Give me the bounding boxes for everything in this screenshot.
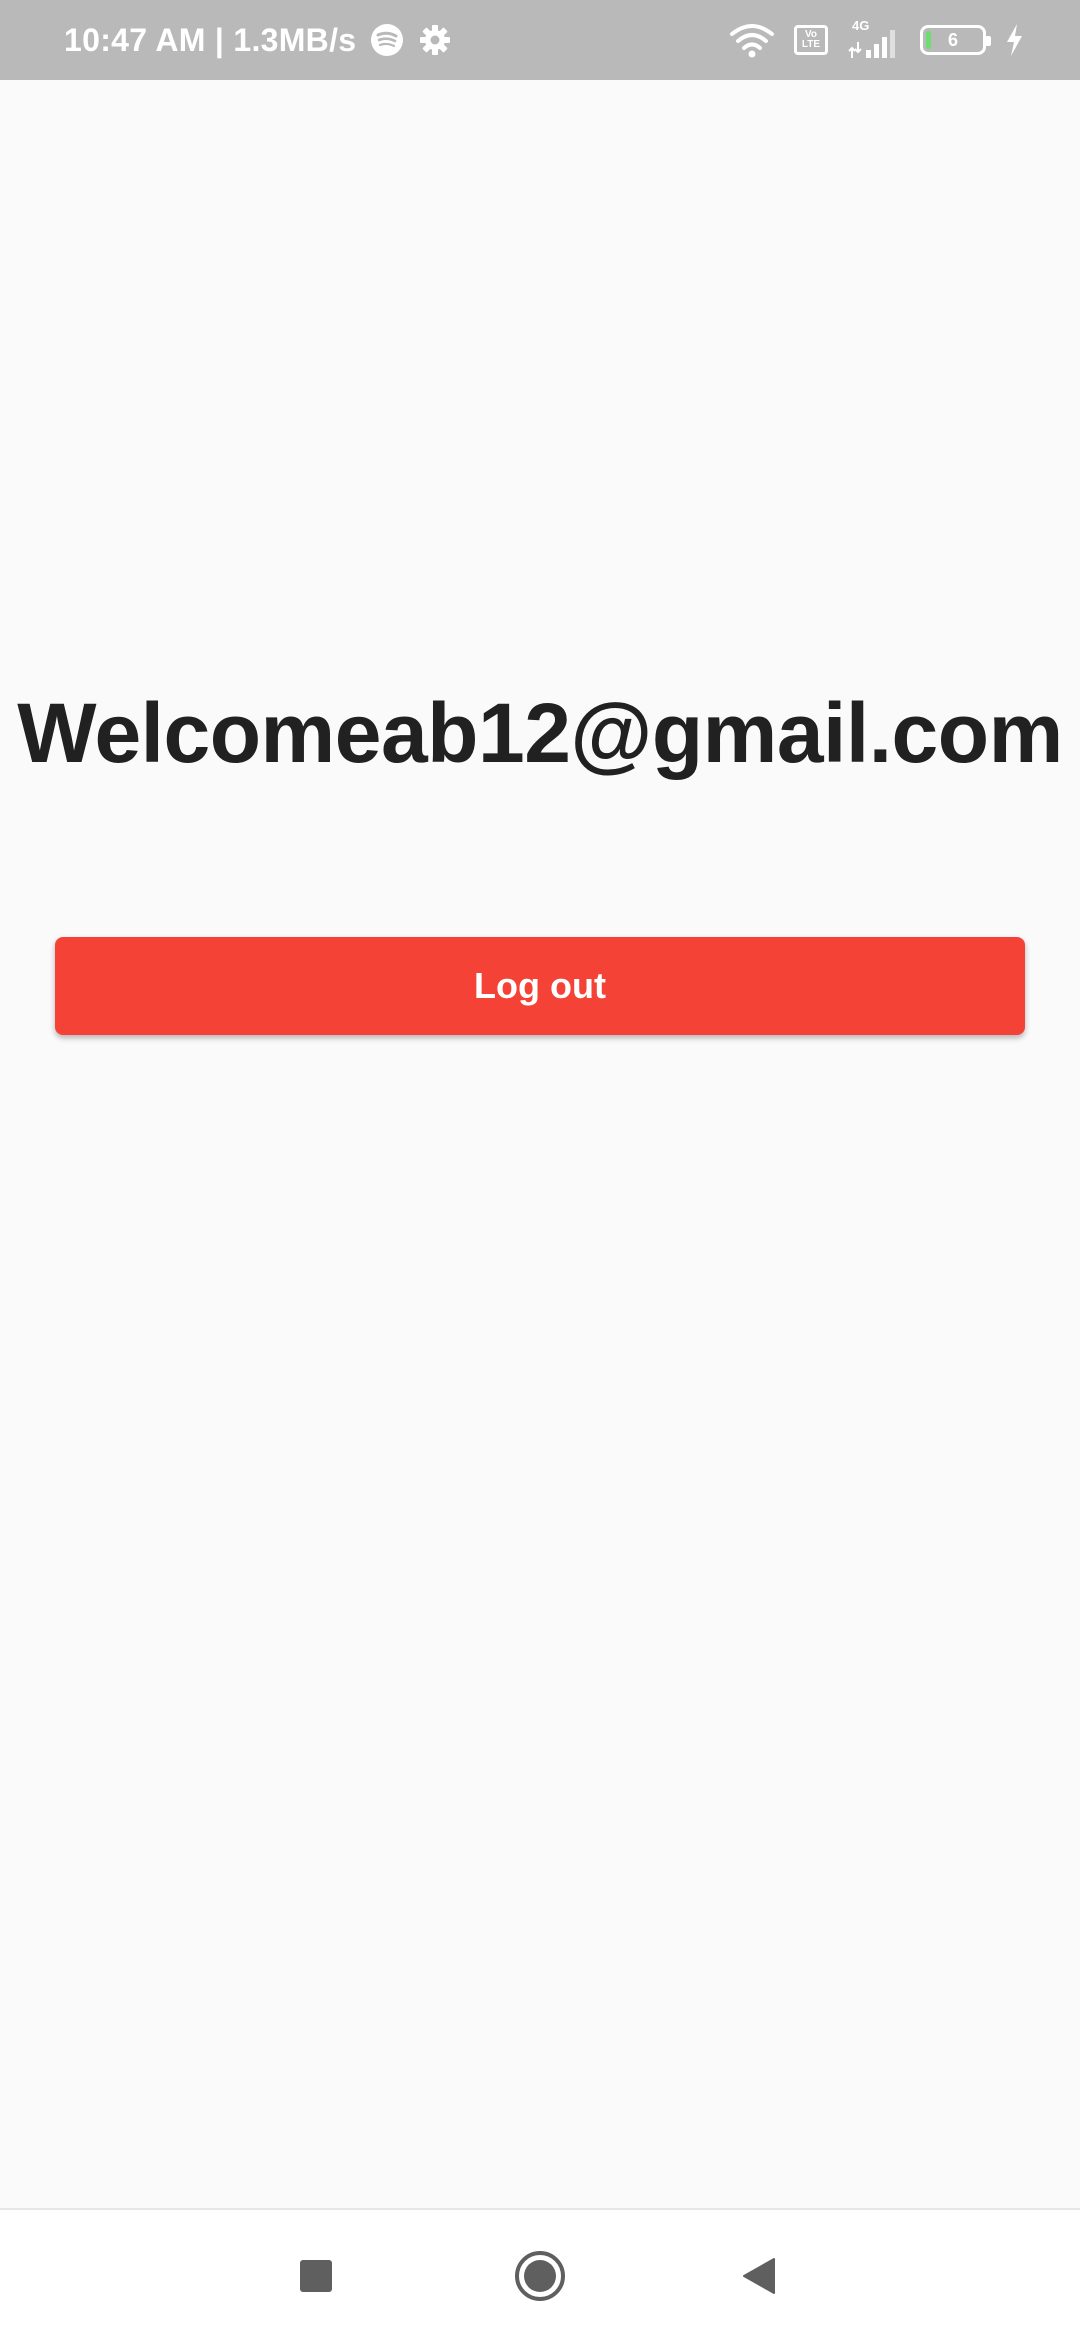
- status-time-speed: 10:47 AM | 1.3MB/s: [64, 21, 357, 58]
- back-triangle-icon[interactable]: [728, 2244, 792, 2308]
- welcome-heading: Welcomeab12@gmail.com: [17, 686, 1063, 780]
- status-bar: 10:47 AM | 1.3MB/s Vo LTE 4G 6: [0, 0, 1080, 80]
- spotify-icon: [370, 23, 404, 57]
- charging-icon: [1004, 23, 1024, 57]
- navigation-bar: [0, 2208, 1080, 2340]
- status-left: 10:47 AM | 1.3MB/s: [64, 22, 452, 59]
- volte-bottom-text: LTE: [801, 39, 821, 50]
- signal-group: 4G: [846, 18, 902, 60]
- logout-button[interactable]: Log out: [55, 937, 1025, 1035]
- volte-icon: Vo LTE: [794, 25, 828, 55]
- network-type: 4G: [852, 18, 870, 33]
- battery-level: 6: [947, 29, 958, 50]
- battery-icon: 6: [920, 25, 991, 55]
- app-screen: 10:47 AM | 1.3MB/s Vo LTE 4G 6 Welcomeab…: [0, 0, 1080, 2340]
- wifi-icon: [728, 22, 776, 58]
- battery-fill: [926, 31, 931, 49]
- settings-gear-icon: [418, 23, 452, 57]
- status-right: Vo LTE 4G 6: [728, 18, 1024, 60]
- home-circle-icon[interactable]: [508, 2244, 572, 2308]
- recents-square-icon[interactable]: [284, 2244, 348, 2308]
